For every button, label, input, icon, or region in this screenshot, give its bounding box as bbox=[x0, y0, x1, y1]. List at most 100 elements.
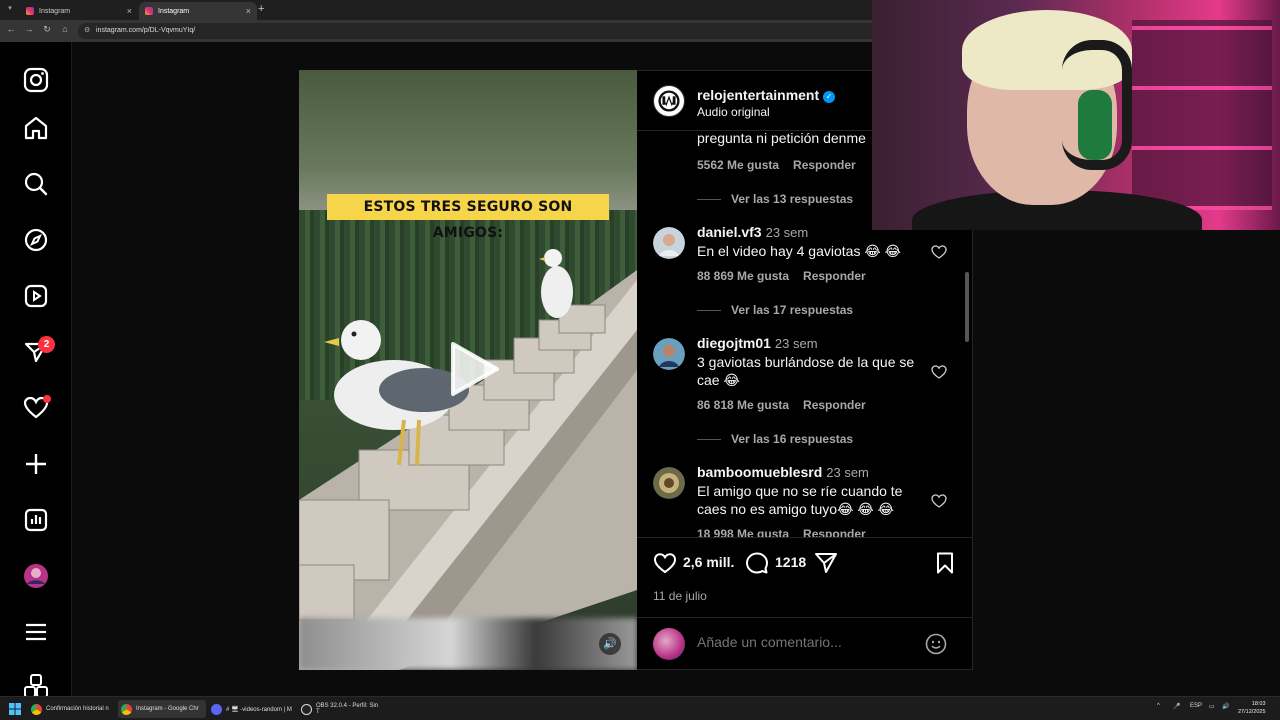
volume-icon[interactable]: 🔊 bbox=[1222, 703, 1229, 710]
reels-icon[interactable] bbox=[22, 282, 50, 310]
headphone-cup bbox=[1078, 90, 1112, 160]
author-avatar[interactable] bbox=[653, 85, 685, 117]
post-date[interactable]: 11 de julio bbox=[653, 589, 707, 603]
comment-text: El amigo que no se ríe cuando te caes no… bbox=[697, 483, 903, 517]
comment-bubble-icon[interactable] bbox=[745, 551, 769, 575]
close-tab-icon[interactable]: × bbox=[246, 6, 251, 16]
tab-search-icon[interactable]: ▾ bbox=[4, 4, 16, 16]
emoji-icon[interactable] bbox=[925, 633, 947, 655]
commenter-avatar[interactable] bbox=[653, 338, 685, 370]
audio-label[interactable]: Audio original bbox=[697, 105, 770, 119]
tab-title: Instagram bbox=[158, 7, 190, 15]
start-windows-icon[interactable] bbox=[6, 700, 24, 718]
close-tab-icon[interactable]: × bbox=[127, 6, 132, 16]
commenter-username[interactable]: diegojtm01 23 sem bbox=[697, 335, 818, 351]
commenter-avatar[interactable] bbox=[653, 227, 685, 259]
comment-likes[interactable]: 88 869 Me gusta bbox=[697, 269, 789, 283]
reply-button[interactable]: Responder bbox=[803, 398, 866, 412]
url-text: instagram.com/p/DL-VqvmuYIq/ bbox=[96, 27, 196, 34]
comment-time: 23 sem bbox=[765, 225, 809, 240]
home-icon[interactable]: ⌂ bbox=[58, 24, 72, 34]
instagram-favicon-icon bbox=[145, 7, 153, 15]
messages-badge: 2 bbox=[38, 336, 55, 353]
comment-meta: 88 869 Me gusta Responder bbox=[697, 269, 880, 283]
create-plus-icon[interactable] bbox=[22, 450, 50, 478]
taskbar-app-chrome-2[interactable]: Instagram - Google Chr bbox=[118, 700, 206, 718]
commenter-avatar[interactable] bbox=[653, 467, 685, 499]
comment-like-heart-icon[interactable] bbox=[931, 493, 947, 509]
comment-likes[interactable]: 86 818 Me gusta bbox=[697, 398, 789, 412]
new-tab-icon[interactable]: + bbox=[258, 3, 264, 15]
taskbar-app-obs[interactable]: OBS 32.0.4 - Perfil: Sin T bbox=[298, 700, 386, 718]
screen: ▾ Instagram × Instagram × + ← → ↻ ⌂ ⚙ in… bbox=[0, 0, 1280, 720]
taskbar-app-label: Instagram - Google Chr bbox=[136, 706, 199, 712]
network-icon[interactable]: ▭ bbox=[1209, 703, 1215, 710]
taskbar-app-label: # 🖥 -videos-random | M bbox=[226, 706, 292, 713]
dashboard-icon[interactable] bbox=[22, 506, 50, 534]
comment-input[interactable] bbox=[697, 634, 917, 650]
profile-avatar-icon[interactable] bbox=[22, 562, 50, 590]
post-video[interactable]: ESTOS TRES SEGURO SON AMIGOS: 🔊 bbox=[299, 70, 637, 670]
instagram-favicon-icon bbox=[26, 7, 34, 15]
obs-icon bbox=[301, 703, 312, 715]
browser-tab-1[interactable]: Instagram × bbox=[20, 2, 138, 20]
taskbar-app-label: OBS 32.0.4 - Perfil: Sin T bbox=[315, 703, 378, 715]
clock-date: 27/12/2025 bbox=[1238, 709, 1266, 715]
browser-tab-2[interactable]: Instagram × bbox=[139, 2, 257, 20]
verified-badge-icon: ✓ bbox=[823, 91, 836, 103]
comment-likes[interactable]: 5562 Me gusta bbox=[697, 158, 779, 172]
chrome-icon bbox=[31, 703, 42, 715]
os-taskbar: Confirmación historial n Instagram - Goo… bbox=[0, 696, 1280, 720]
system-clock[interactable]: 18:03 27/12/2025 bbox=[1238, 700, 1266, 716]
like-heart-icon[interactable] bbox=[653, 551, 677, 575]
share-send-icon[interactable] bbox=[814, 551, 838, 575]
comment-meta: 5562 Me gusta Responder bbox=[697, 158, 870, 172]
author-username-text: relojentertainment bbox=[697, 87, 820, 103]
tray-chevron-icon[interactable]: ^ bbox=[1157, 703, 1160, 709]
webcam-overlay bbox=[872, 0, 1280, 230]
address-bar[interactable]: ⚙ instagram.com/p/DL-VqvmuYIq/ bbox=[78, 23, 958, 39]
likes-count[interactable]: 2,6 mill. bbox=[683, 554, 734, 570]
add-comment-box bbox=[637, 617, 973, 671]
commenter-name: bamboomueblesrd bbox=[697, 464, 823, 480]
forward-icon[interactable]: → bbox=[22, 24, 36, 34]
taskbar-app-discord[interactable]: # 🖥 -videos-random | M bbox=[208, 700, 296, 718]
comment-meta: 18 998 Me gusta Responder bbox=[697, 527, 880, 537]
microphone-icon[interactable]: 🎤 bbox=[1173, 703, 1180, 710]
reply-button[interactable]: Responder bbox=[793, 158, 856, 172]
comment-likes[interactable]: 18 998 Me gusta bbox=[697, 527, 789, 537]
discord-icon bbox=[211, 703, 222, 715]
comment-like-heart-icon[interactable] bbox=[931, 364, 947, 380]
save-bookmark-icon[interactable] bbox=[933, 551, 957, 575]
current-user-avatar bbox=[653, 628, 685, 660]
menu-icon[interactable] bbox=[22, 618, 50, 646]
back-icon[interactable]: ← bbox=[4, 24, 18, 34]
comment-text: En el video hay 4 gaviotas 😂 😂 bbox=[697, 243, 901, 259]
instagram-logo-icon[interactable] bbox=[22, 66, 50, 94]
reply-button[interactable]: Responder bbox=[803, 527, 866, 537]
comments-count[interactable]: 1218 bbox=[775, 554, 806, 570]
search-icon[interactable] bbox=[22, 170, 50, 198]
mute-toggle-icon[interactable]: 🔊 bbox=[599, 633, 621, 655]
comments-scrollbar[interactable] bbox=[965, 272, 969, 342]
comment-like-heart-icon[interactable] bbox=[931, 244, 947, 260]
site-info-icon[interactable]: ⚙ bbox=[84, 23, 90, 39]
language-indicator[interactable]: ESP bbox=[1190, 703, 1202, 709]
post-actions: 2,6 mill. 1218 11 de julio bbox=[637, 537, 973, 617]
author-username[interactable]: relojentertainment ✓ bbox=[697, 87, 836, 103]
comment-meta: 86 818 Me gusta Responder bbox=[697, 398, 880, 412]
view-replies-button[interactable]: Ver las 17 respuestas bbox=[697, 303, 853, 317]
play-icon[interactable] bbox=[439, 336, 505, 402]
taskbar-app-chrome-1[interactable]: Confirmación historial n bbox=[28, 700, 116, 718]
view-replies-button[interactable]: Ver las 16 respuestas bbox=[697, 432, 853, 446]
view-replies-button[interactable]: Ver las 13 respuestas bbox=[697, 192, 853, 206]
webcam-shelf bbox=[1132, 20, 1272, 210]
explore-icon[interactable] bbox=[22, 226, 50, 254]
sidebar-nav: 2 bbox=[0, 42, 72, 698]
commenter-username[interactable]: bamboomueblesrd 23 sem bbox=[697, 464, 869, 480]
reply-button[interactable]: Responder bbox=[803, 269, 866, 283]
home-icon[interactable] bbox=[22, 114, 50, 142]
seagull-2 bbox=[539, 249, 573, 318]
commenter-username[interactable]: daniel.vf3 23 sem bbox=[697, 224, 808, 240]
reload-icon[interactable]: ↻ bbox=[40, 24, 54, 35]
